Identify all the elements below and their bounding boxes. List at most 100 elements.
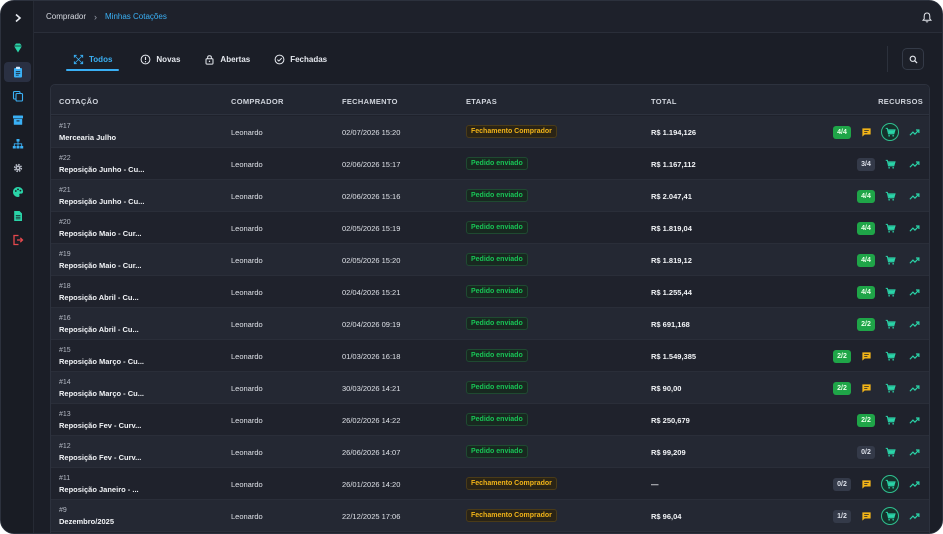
tab-abertas[interactable]: Abertas [201, 48, 253, 70]
table-row[interactable]: #14 Reposição Março - Cu... Leonardo 30/03/… [51, 372, 929, 404]
trend-button[interactable] [905, 251, 923, 269]
quote-name[interactable]: Reposição Maio - Cur... [59, 229, 142, 238]
resources: 2/2 [857, 404, 923, 436]
progress-badge[interactable]: 2/2 [833, 381, 851, 395]
table-row[interactable]: #22 Reposição Junho - Cu... Leonardo 02/06/… [51, 148, 929, 180]
sidebar-item-estrutura[interactable] [4, 134, 31, 154]
progress-badge[interactable]: 4/4 [833, 125, 851, 139]
table-row[interactable]: #21 Reposição Junho - Cu... Leonardo 02/06/… [51, 180, 929, 212]
column-header-etapas[interactable]: ETAPAS [466, 97, 497, 106]
quote-name[interactable]: Reposição Janeiro - ... [59, 485, 139, 494]
trend-button[interactable] [905, 283, 923, 301]
trend-button[interactable] [905, 187, 923, 205]
quote-name[interactable]: Reposição Março - Cu... [59, 357, 144, 366]
sidebar-item-copias[interactable] [4, 86, 31, 106]
buyer-name: Leonardo [231, 160, 263, 169]
search-button[interactable] [902, 48, 924, 70]
chat-button[interactable] [857, 475, 875, 493]
buyer-name: Leonardo [231, 480, 263, 489]
progress-badge[interactable]: 4/4 [857, 285, 875, 299]
cart-button[interactable] [881, 155, 899, 173]
cart-icon [885, 511, 896, 521]
trend-button[interactable] [905, 155, 923, 173]
closing-date: 02/04/2026 15:21 [342, 288, 401, 297]
trend-button[interactable] [905, 379, 923, 397]
quote-name[interactable]: Reposição Junho - Cu... [59, 197, 144, 206]
tab-fechadas[interactable]: Fechadas [271, 48, 330, 70]
quote-name[interactable]: Dezembro/2025 [59, 517, 114, 526]
column-header-cotacao[interactable]: COTAÇÃO [59, 97, 98, 106]
tab-todos[interactable]: Todos [66, 48, 120, 71]
trend-button[interactable] [905, 219, 923, 237]
cart-button[interactable] [881, 443, 899, 461]
cart-button[interactable] [881, 219, 899, 237]
trend-button[interactable] [905, 475, 923, 493]
trend-button[interactable] [905, 347, 923, 365]
sidebar-item-tema[interactable] [4, 182, 31, 202]
sidebar-item-cotacoes[interactable] [4, 62, 31, 82]
column-header-comprador[interactable]: COMPRADOR [231, 97, 284, 106]
quote-name[interactable]: Mercearia Julho [59, 133, 116, 142]
cart-button[interactable] [881, 475, 899, 493]
table-row[interactable]: #16 Reposição Abril - Cu... Leonardo 02/04/… [51, 308, 929, 340]
table-row[interactable]: #12 Reposição Fev - Curv... Leonardo 26/06/… [51, 436, 929, 468]
quote-name[interactable]: Reposição Abril - Cu... [59, 325, 139, 334]
table-row[interactable]: #9 Dezembro/2025 Leonardo 22/12/2025 17:06 F… [51, 500, 929, 532]
table-row[interactable]: #15 Reposição Março - Cu... Leonardo 01/03/… [51, 340, 929, 372]
cart-button[interactable] [881, 379, 899, 397]
tab-novas[interactable]: Novas [137, 48, 183, 70]
sidebar-item-arquivo[interactable] [4, 110, 31, 130]
cart-button[interactable] [881, 347, 899, 365]
cart-icon [885, 287, 896, 297]
progress-badge[interactable]: 4/4 [857, 189, 875, 203]
trend-button[interactable] [905, 315, 923, 333]
table-row[interactable]: #13 Reposição Fev - Curv... Leonardo 26/02/… [51, 404, 929, 436]
cart-button[interactable] [881, 507, 899, 525]
column-header-fechamento[interactable]: FECHAMENTO [342, 97, 398, 106]
sidebar-item-sair[interactable] [4, 230, 31, 250]
table-row[interactable]: #17 Mercearia Julho Leonardo 02/07/2026 15:… [51, 116, 929, 148]
cart-button[interactable] [881, 123, 899, 141]
trend-button[interactable] [905, 123, 923, 141]
quote-name[interactable]: Reposição Maio - Cur... [59, 261, 142, 270]
table-row[interactable]: #20 Reposição Maio - Cur... Leonardo 02/05/… [51, 212, 929, 244]
progress-badge[interactable]: 2/2 [857, 413, 875, 427]
progress-badge[interactable]: 1/2 [833, 509, 851, 523]
resources: 2/2 [833, 372, 923, 404]
cart-button[interactable] [881, 251, 899, 269]
chat-button[interactable] [857, 347, 875, 365]
progress-badge[interactable]: 0/2 [833, 477, 851, 491]
table-row[interactable]: #11 Reposição Janeiro - ... Leonardo 26/01/… [51, 468, 929, 500]
trend-button[interactable] [905, 411, 923, 429]
progress-badge[interactable]: 2/2 [857, 317, 875, 331]
chat-button[interactable] [857, 507, 875, 525]
chat-button[interactable] [857, 379, 875, 397]
progress-badge[interactable]: 4/4 [857, 221, 875, 235]
progress-badge[interactable]: 0/2 [857, 445, 875, 459]
table-row[interactable]: #18 Reposição Abril - Cu... Leonardo 02/04/… [51, 276, 929, 308]
trend-button[interactable] [905, 443, 923, 461]
breadcrumb-root[interactable]: Comprador [46, 12, 86, 21]
notifications-button[interactable] [918, 7, 936, 27]
trend-button[interactable] [905, 507, 923, 525]
table-row[interactable]: #19 Reposição Maio - Cur... Leonardo 02/05/… [51, 244, 929, 276]
progress-badge[interactable]: 3/4 [857, 157, 875, 171]
quote-name[interactable]: Reposição Junho - Cu... [59, 165, 144, 174]
progress-badge[interactable]: 4/4 [857, 253, 875, 267]
quote-name[interactable]: Reposição Fev - Curv... [59, 453, 141, 462]
sidebar-item-configuracoes[interactable] [4, 158, 31, 178]
cart-button[interactable] [881, 283, 899, 301]
quote-name[interactable]: Reposição Fev - Curv... [59, 421, 141, 430]
sidebar-item-relatorios[interactable] [4, 206, 31, 226]
column-header-total[interactable]: TOTAL [651, 97, 677, 106]
sidebar-expand-button[interactable] [1, 7, 34, 29]
cart-button[interactable] [881, 187, 899, 205]
cart-button[interactable] [881, 315, 899, 333]
progress-badge[interactable]: 2/2 [833, 349, 851, 363]
sidebar-item-dashboard[interactable] [4, 38, 31, 58]
quote-name[interactable]: Reposição Abril - Cu... [59, 293, 139, 302]
cart-button[interactable] [881, 411, 899, 429]
chat-button[interactable] [857, 123, 875, 141]
gear-icon [13, 163, 22, 173]
quote-name[interactable]: Reposição Março - Cu... [59, 389, 144, 398]
